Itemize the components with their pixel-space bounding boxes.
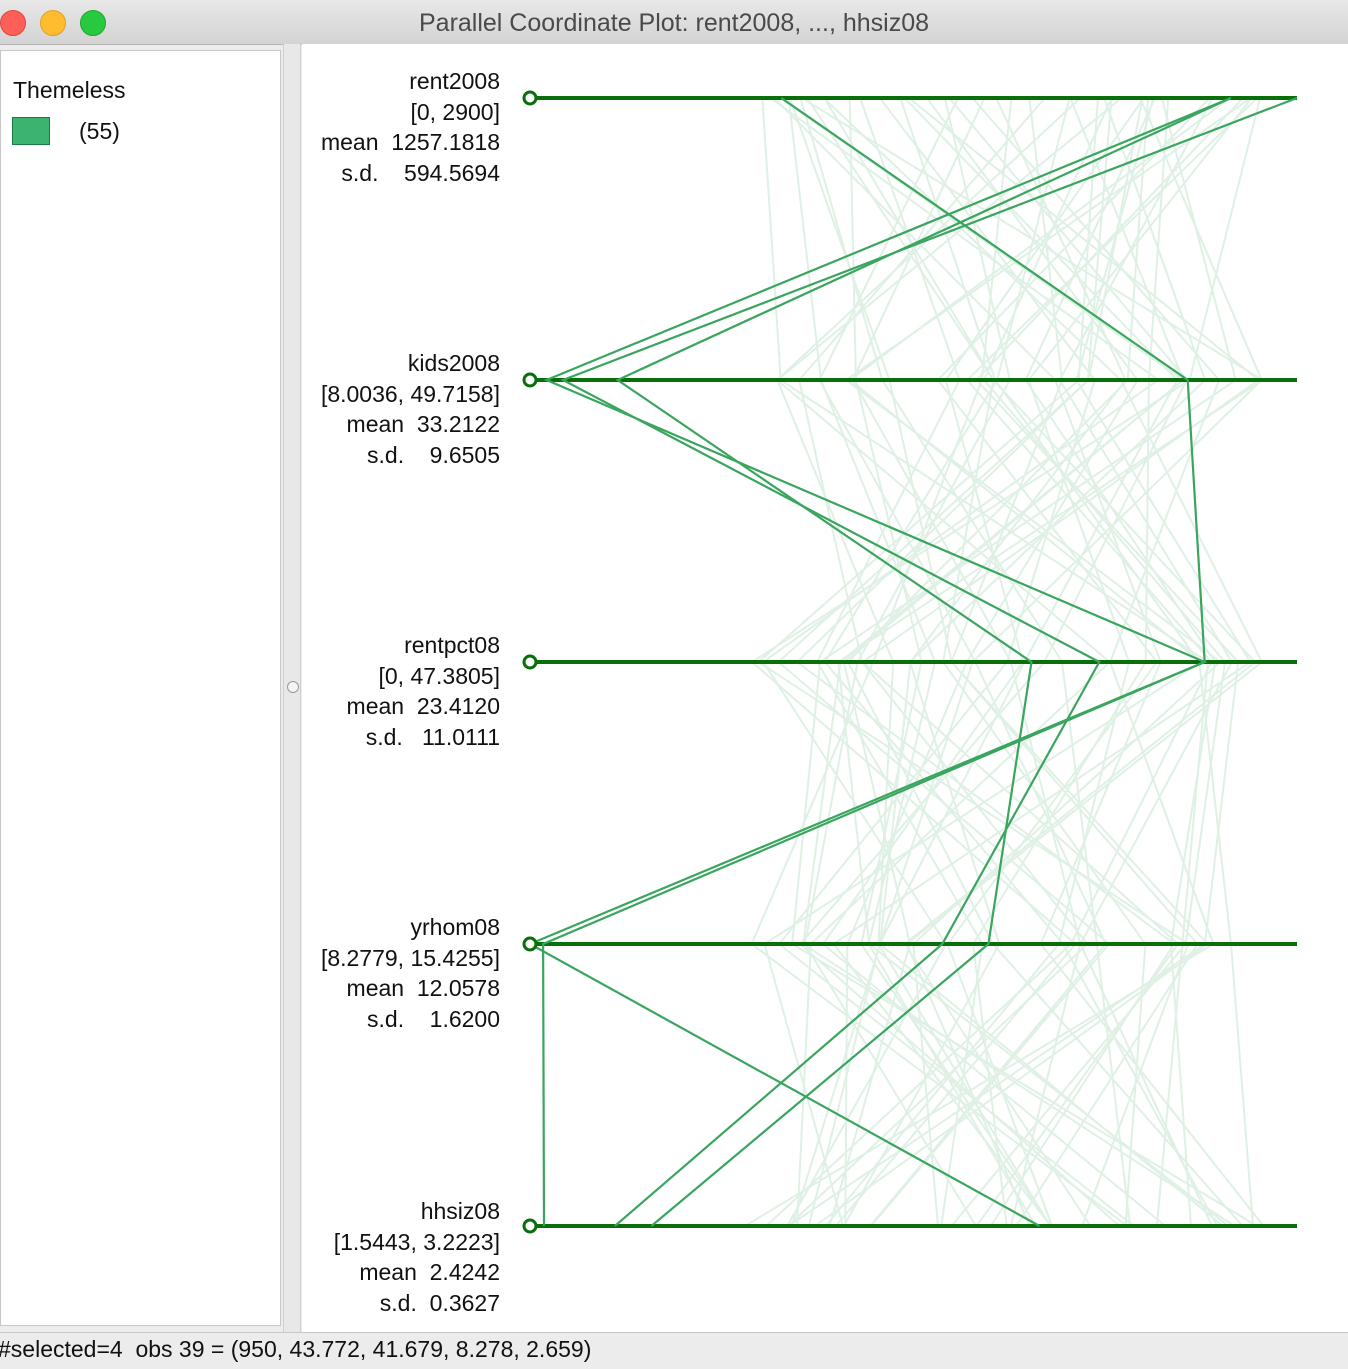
axis-name: yrhom08: [410, 914, 500, 940]
axis-handle-yrhom08[interactable]: [522, 936, 538, 952]
axis-sd: s.d. 9.6505: [367, 441, 500, 468]
axis-name: hhsiz08: [420, 1198, 500, 1224]
axis-handle-hhsiz08[interactable]: [522, 1218, 538, 1234]
axis-label-hhsiz08: hhsiz08 [1.5443, 3.2223] mean 2.4242 s.d…: [280, 1196, 500, 1318]
axis-handle-kids2008[interactable]: [522, 372, 538, 388]
axis-range: [1.5443, 3.2223]: [333, 1228, 500, 1255]
axis-range: [0, 2900]: [410, 98, 500, 125]
status-text: #selected=4 obs 39 = (950, 43.772, 41.67…: [0, 1336, 592, 1362]
window-title: Parallel Coordinate Plot: rent2008, ...,…: [418, 9, 930, 37]
plot-area[interactable]: rent2008 [0, 2900] mean 1257.1818 s.d. 5…: [302, 44, 1348, 1332]
axis-name: rentpct08: [404, 632, 500, 658]
axis-sd: s.d. 11.0111: [365, 723, 500, 750]
axis-sd: s.d. 1.6200: [367, 1005, 500, 1032]
axis-sd: s.d. 594.5694: [341, 159, 500, 186]
legend-pane[interactable]: Themeless (55): [0, 50, 281, 1326]
legend-title: Themeless: [13, 77, 126, 103]
axis-mean: mean 2.4242: [359, 1259, 500, 1285]
axis-handle-rentpct08[interactable]: [522, 654, 538, 670]
axis-label-yrhom08: yrhom08 [8.2779, 15.4255] mean 12.0578 s…: [280, 912, 500, 1034]
axis-handle-rent2008[interactable]: [522, 90, 538, 106]
legend-swatch[interactable]: [12, 117, 50, 145]
status-bar: #selected=4 obs 39 = (950, 43.772, 41.67…: [0, 1332, 1348, 1369]
axis-mean: mean 12.0578: [346, 975, 500, 1001]
axis-label-rent2008: rent2008 [0, 2900] mean 1257.1818 s.d. 5…: [280, 66, 500, 188]
axis-label-rentpct08: rentpct08 [0, 47.3805] mean 23.4120 s.d.…: [280, 630, 500, 752]
axis-mean: mean 23.4120: [346, 693, 500, 719]
axis-range: [0, 47.3805]: [378, 662, 501, 689]
axis-mean: mean 33.2122: [346, 411, 500, 437]
axis-sd: s.d. 0.3627: [379, 1289, 500, 1316]
axis-name: rent2008: [409, 68, 500, 94]
legend-count: (55): [79, 118, 120, 144]
axis-range: [8.2779, 15.4255]: [320, 944, 500, 971]
axis-name: kids2008: [407, 350, 500, 376]
title-bar: Parallel Coordinate Plot: rent2008, ...,…: [0, 0, 1348, 45]
axis-range: [8.0036, 49.7158]: [320, 380, 500, 407]
axis-mean: mean 1257.1818: [320, 129, 500, 155]
axis-label-kids2008: kids2008 [8.0036, 49.7158] mean 33.2122 …: [280, 348, 500, 470]
